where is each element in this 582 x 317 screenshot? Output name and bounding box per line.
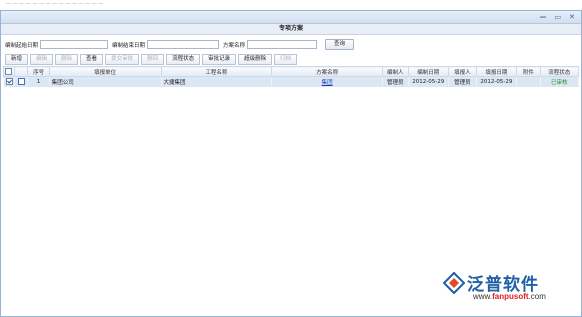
toolbar-button-3[interactable]: 查看 bbox=[80, 54, 104, 65]
toolbar-button-0[interactable]: 新增 bbox=[5, 54, 29, 65]
scheme-table: 序号 填报单位 工程名称 方案名称 编制人 编制日期 填报人 填报日期 附件 流… bbox=[3, 66, 580, 87]
top-strip: — — — — — — — — — — — — — — — bbox=[0, 0, 582, 10]
filter-bar: 编制起始日期 编制结束日期 方案名称 查询 bbox=[1, 35, 581, 54]
header-select[interactable] bbox=[3, 66, 15, 77]
start-date-input[interactable] bbox=[40, 40, 109, 49]
table-row[interactable]: 1 集团公司 大捷集团 集团 管理员 2012-05-29 管理员 2012-0… bbox=[3, 76, 580, 87]
edit-icon[interactable] bbox=[17, 78, 25, 85]
row-reporter: 管理员 bbox=[448, 76, 477, 87]
row-edit-cell[interactable] bbox=[14, 76, 29, 87]
logo-url: www.fanpusoft.com bbox=[473, 292, 546, 301]
toolbar-button-2: 删除 bbox=[55, 54, 79, 65]
row-checkbox[interactable] bbox=[5, 78, 13, 85]
header-attachment: 附件 bbox=[516, 66, 541, 77]
window-titlebar: — ▭ ✕ bbox=[1, 11, 581, 24]
toolbar-button-6[interactable]: 流程状态 bbox=[166, 54, 201, 65]
header-status: 流程状态 bbox=[539, 66, 580, 77]
logo-mark-icon bbox=[443, 272, 465, 294]
header-editor: 编制人 bbox=[382, 66, 409, 77]
window-controls: — ▭ ✕ bbox=[540, 13, 576, 21]
header-unit: 填报单位 bbox=[48, 66, 162, 77]
end-date-label: 编制结束日期 bbox=[112, 42, 146, 49]
toolbar-button-8[interactable]: 超级删除 bbox=[238, 54, 273, 65]
toolbar-button-4: 提交审批 bbox=[105, 54, 140, 65]
page-title: 专项方案 bbox=[1, 24, 581, 35]
header-scheme: 方案名称 bbox=[271, 66, 384, 77]
row-project: 大捷集团 bbox=[161, 76, 273, 87]
toolbar-button-9: 归档 bbox=[274, 54, 298, 65]
end-date-input[interactable] bbox=[147, 40, 220, 49]
scheme-name-input[interactable] bbox=[247, 40, 318, 49]
header-project: 工程名称 bbox=[160, 66, 273, 77]
minimize-icon[interactable]: — bbox=[540, 13, 547, 21]
status-badge: 已审核 bbox=[540, 76, 580, 87]
start-date-label: 编制起始日期 bbox=[5, 42, 39, 49]
main-window: — ▭ ✕ 专项方案 编制起始日期 编制结束日期 方案名称 查询 新增 编辑 删除查… bbox=[0, 10, 582, 317]
toolbar: 新增 编辑 删除 查看 提交审批 删回 流程状态 审批记录 超级删除 归档 bbox=[1, 54, 581, 65]
scheme-link[interactable]: 集团 bbox=[322, 80, 333, 86]
row-unit: 集团公司 bbox=[49, 76, 162, 87]
header-report-date: 填报日期 bbox=[475, 66, 518, 77]
row-checkbox-cell[interactable] bbox=[3, 76, 15, 87]
row-attachment bbox=[516, 76, 541, 87]
query-button[interactable]: 查询 bbox=[325, 39, 355, 50]
header-edit-date: 编制日期 bbox=[407, 66, 450, 77]
toolbar-button-1: 编辑 bbox=[30, 54, 54, 65]
close-icon[interactable]: ✕ bbox=[569, 13, 575, 21]
logo-url-main: fanpusoft bbox=[492, 292, 529, 301]
row-num: 1 bbox=[27, 76, 50, 87]
row-scheme-cell: 集团 bbox=[271, 76, 384, 87]
toolbar-button-5: 删回 bbox=[141, 54, 165, 65]
header-edit bbox=[13, 66, 29, 77]
breadcrumb: — — — — — — — — — — — — — — — bbox=[6, 1, 104, 7]
row-edit-date: 2012-05-29 bbox=[408, 76, 450, 87]
toolbar-button-7[interactable]: 审批记录 bbox=[202, 54, 237, 65]
select-all-checkbox[interactable] bbox=[5, 68, 13, 75]
row-report-date: 2012-05-29 bbox=[476, 76, 518, 87]
header-num: 序号 bbox=[27, 66, 50, 77]
logo-url-suffix: .com bbox=[528, 292, 546, 301]
scheme-name-label: 方案名称 bbox=[223, 42, 246, 49]
header-reporter: 填报人 bbox=[448, 66, 477, 77]
maximize-icon[interactable]: ▭ bbox=[555, 13, 562, 21]
brand-logo: 泛普软件 www.fanpusoft.com bbox=[443, 268, 573, 306]
table-header-row: 序号 填报单位 工程名称 方案名称 编制人 编制日期 填报人 填报日期 附件 流… bbox=[3, 66, 580, 77]
row-editor: 管理员 bbox=[382, 76, 409, 87]
logo-url-prefix: www. bbox=[473, 292, 493, 301]
